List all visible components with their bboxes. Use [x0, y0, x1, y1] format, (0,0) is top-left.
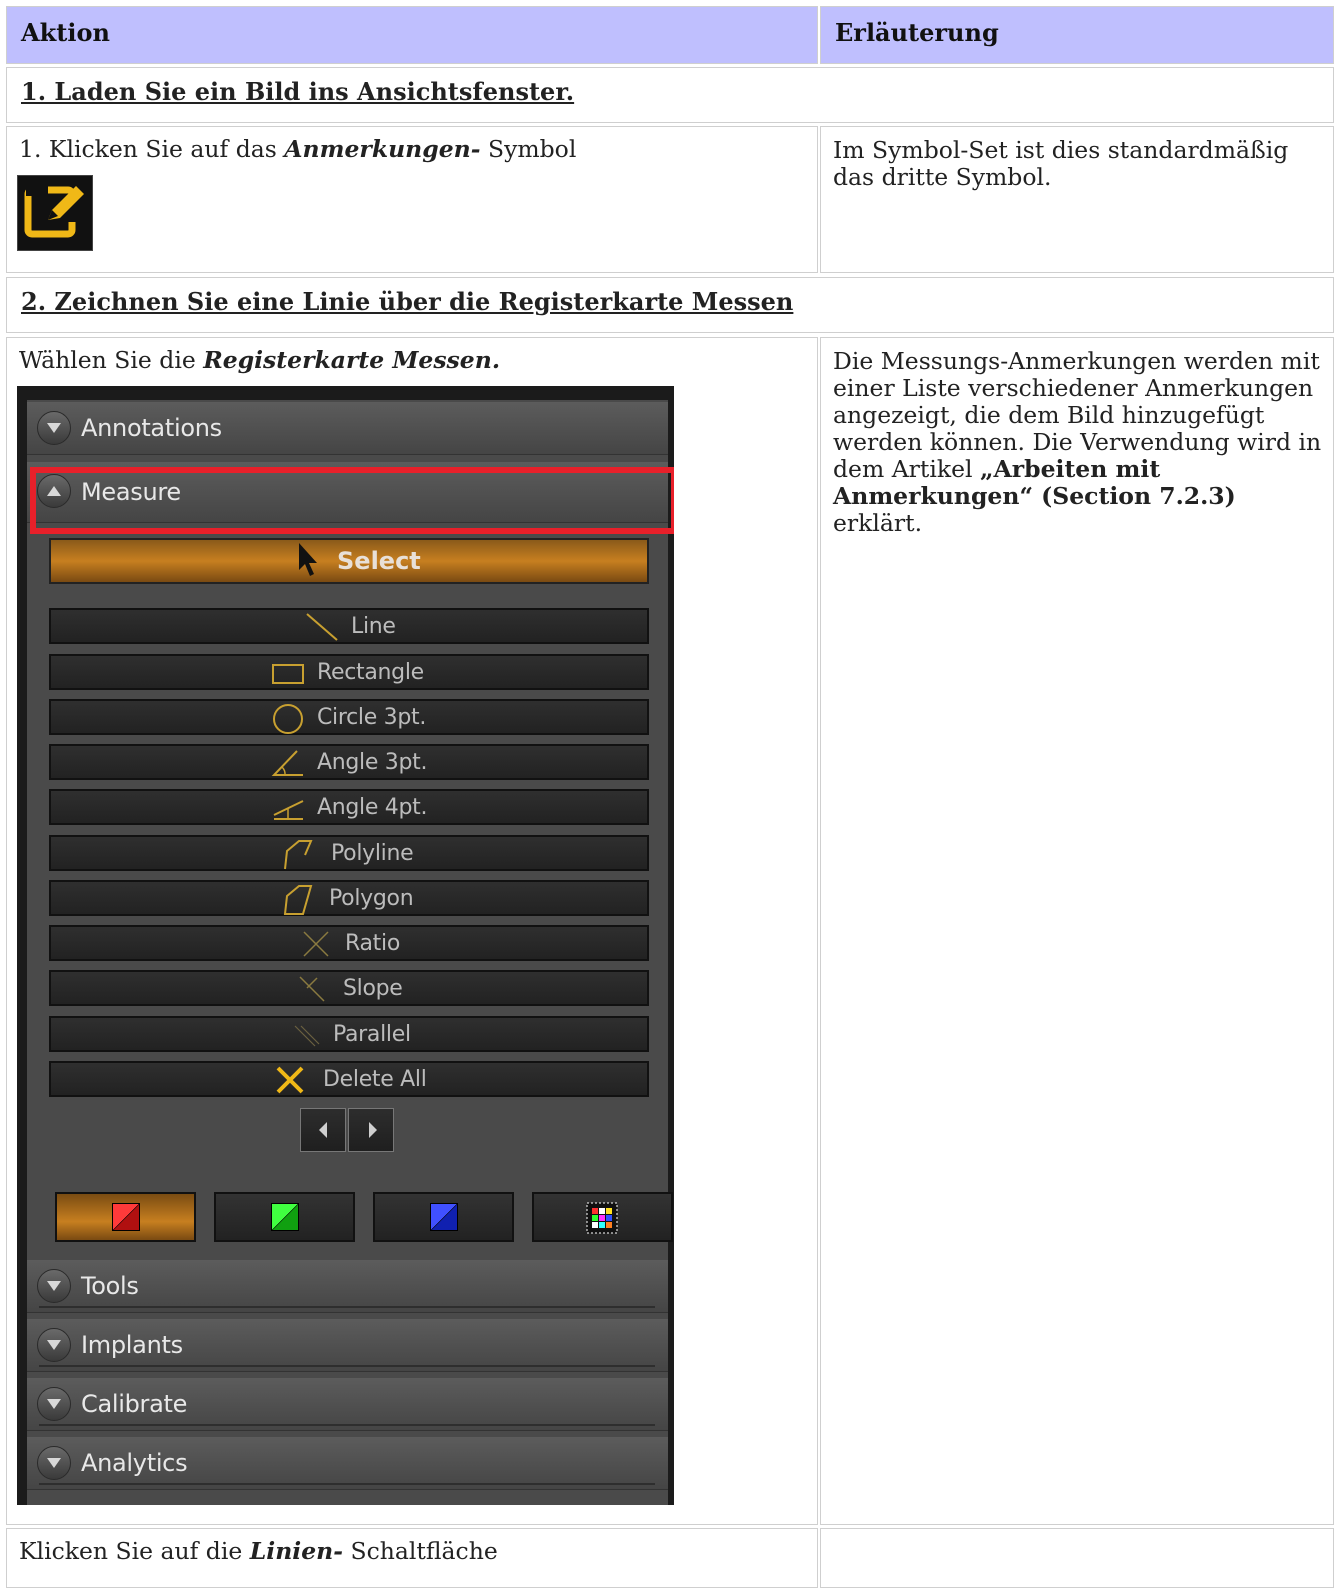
panel-body: Annotations Measure Select Line Rectangl…	[27, 400, 674, 1505]
next-page-button[interactable]	[348, 1108, 394, 1152]
row-3-text: Klicken Sie auf die Linien- Schaltfläche	[19, 1537, 498, 1565]
table-header-explanation: Erläuterung	[820, 6, 1334, 64]
row-1-text: 1. Klicken Sie auf das Anmerkungen- Symb…	[19, 135, 577, 163]
color-custom-button[interactable]	[532, 1192, 673, 1242]
parallel-icon	[294, 1025, 320, 1047]
delete-all-label: Delete All	[323, 1067, 427, 1092]
green-swatch	[271, 1203, 299, 1231]
angle-4pt-label: Angle 4pt.	[317, 795, 428, 820]
rectangle-label: Rectangle	[317, 660, 424, 685]
blue-swatch	[430, 1203, 458, 1231]
previous-page-button[interactable]	[300, 1108, 346, 1152]
divider	[39, 1306, 655, 1308]
parallel-label: Parallel	[333, 1022, 411, 1047]
select-button[interactable]: Select	[49, 538, 649, 584]
line-button[interactable]: Line	[49, 608, 649, 644]
row-2-explanation: Die Messungs-Anmerkungen werden mit eine…	[820, 337, 1334, 1525]
color-red-button[interactable]	[55, 1192, 196, 1242]
chevron-right-icon	[369, 1122, 377, 1138]
ratio-button[interactable]: Ratio	[49, 925, 649, 961]
chevron-left-icon	[319, 1122, 327, 1138]
section-1-row: 1. Laden Sie ein Bild ins Ansichtsfenste…	[6, 67, 1334, 123]
row-3-explanation	[820, 1528, 1334, 1588]
red-swatch	[112, 1203, 140, 1231]
circle-label: Circle 3pt.	[317, 705, 427, 730]
select-label: Select	[337, 547, 421, 575]
section-annotations[interactable]: Annotations	[27, 402, 668, 455]
angle-3pt-label: Angle 3pt.	[317, 750, 428, 775]
slope-label: Slope	[343, 976, 403, 1001]
cursor-icon	[299, 543, 317, 576]
polyline-button[interactable]: Polyline	[49, 835, 649, 871]
slope-icon	[299, 976, 325, 1002]
divider	[39, 1365, 655, 1367]
angle-4pt-button[interactable]: Angle 4pt.	[49, 789, 649, 825]
row-1-explanation-text: Im Symbol-Set ist dies standardmäßig das…	[833, 136, 1289, 191]
section-2-title: 2. Zeichnen Sie eine Linie über die Regi…	[21, 287, 794, 316]
row-1-explanation: Im Symbol-Set ist dies standardmäßig das…	[820, 126, 1334, 273]
section-annotations-label: Annotations	[81, 414, 222, 442]
header-explanation: Erläuterung	[835, 18, 999, 47]
color-palette-icon	[586, 1202, 618, 1234]
line-label: Line	[351, 614, 396, 639]
section-implants-label: Implants	[81, 1331, 183, 1359]
row-2-explanation-text: Die Messungs-Anmerkungen werden mit eine…	[833, 347, 1322, 537]
chevron-down-icon	[37, 1269, 71, 1303]
polygon-label: Polygon	[329, 886, 414, 911]
angle-3pt-icon	[271, 750, 303, 776]
divider	[39, 1424, 655, 1426]
line-icon	[306, 613, 338, 641]
delete-all-button[interactable]: Delete All	[49, 1061, 649, 1097]
chevron-down-icon	[37, 1446, 71, 1480]
slope-button[interactable]: Slope	[49, 970, 649, 1006]
measure-panel: Annotations Measure Select Line Rectangl…	[17, 386, 674, 1505]
header-action: Aktion	[21, 18, 110, 47]
annotations-icon[interactable]	[17, 175, 93, 251]
chevron-down-icon	[37, 411, 71, 445]
rectangle-button[interactable]: Rectangle	[49, 654, 649, 690]
row-2-text: Wählen Sie die Registerkarte Messen.	[19, 346, 500, 374]
angle-4pt-icon	[273, 800, 304, 820]
polygon-button[interactable]: Polygon	[49, 880, 649, 916]
section-analytics-label: Analytics	[81, 1449, 188, 1477]
rectangle-icon	[272, 664, 304, 684]
section-1-title: 1. Laden Sie ein Bild ins Ansichtsfenste…	[21, 77, 575, 106]
polyline-label: Polyline	[331, 841, 414, 866]
angle-3pt-button[interactable]: Angle 3pt.	[49, 744, 649, 780]
section-tools-label: Tools	[81, 1272, 139, 1300]
row-3-action: Klicken Sie auf die Linien- Schaltfläche	[6, 1528, 818, 1588]
color-blue-button[interactable]	[373, 1192, 514, 1242]
circle-icon	[273, 704, 303, 734]
measure-highlight	[30, 467, 674, 534]
section-2-row: 2. Zeichnen Sie eine Linie über die Regi…	[6, 277, 1334, 333]
delete-icon	[276, 1066, 304, 1094]
divider	[39, 1483, 655, 1485]
chevron-down-icon	[37, 1328, 71, 1362]
chevron-down-icon	[37, 1387, 71, 1421]
circle-button[interactable]: Circle 3pt.	[49, 699, 649, 735]
section-calibrate-label: Calibrate	[81, 1390, 188, 1418]
ratio-icon	[303, 931, 329, 957]
row-1-action: 1. Klicken Sie auf das Anmerkungen- Symb…	[6, 126, 818, 273]
color-green-button[interactable]	[214, 1192, 355, 1242]
polyline-icon	[284, 840, 313, 870]
ratio-label: Ratio	[345, 931, 400, 956]
parallel-button[interactable]: Parallel	[49, 1016, 649, 1052]
polygon-icon	[283, 885, 313, 915]
table-header-action: Aktion	[6, 6, 818, 64]
